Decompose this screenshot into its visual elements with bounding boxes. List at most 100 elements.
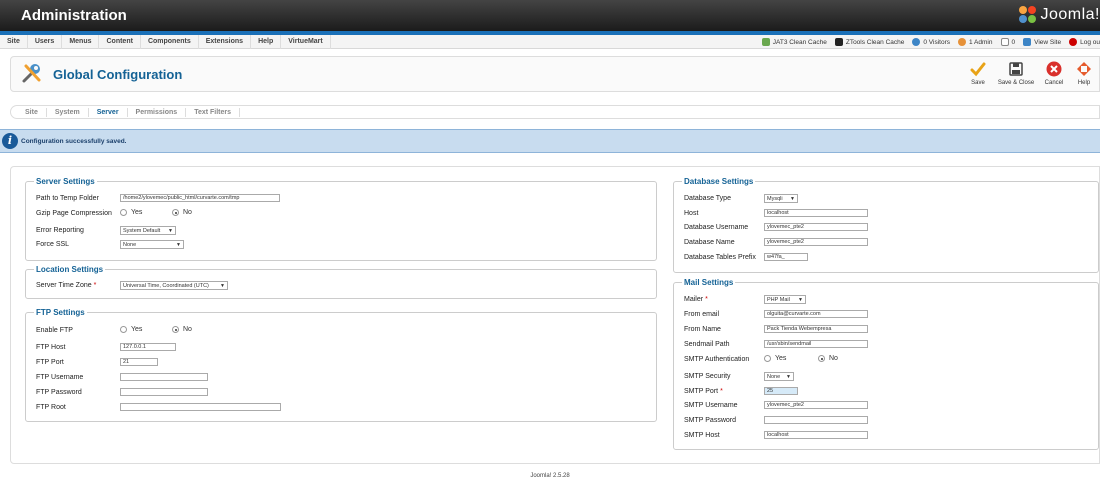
enable-ftp-no-label: No	[183, 326, 192, 333]
save-button[interactable]: Save	[963, 60, 993, 86]
menu-help[interactable]: Help	[251, 35, 282, 49]
db-username-input[interactable]: ylovemec_pte2	[764, 223, 868, 231]
info-icon: i	[2, 133, 18, 149]
database-type-label: Database Type	[684, 194, 731, 202]
menu-menus[interactable]: Menus	[62, 35, 100, 49]
required-marker: *	[720, 387, 723, 395]
joomla-logo[interactable]: Joomla!	[1019, 6, 1100, 24]
timezone-select[interactable]: Universal Time, Coordinated (UTC) ▼	[120, 281, 228, 290]
smtp-auth-no-radio[interactable]: No	[818, 355, 838, 362]
smtp-port-label: SMTP Port	[684, 387, 719, 395]
menu-site[interactable]: Site	[0, 35, 28, 49]
smtp-port-row: SMTP Port *	[684, 385, 723, 397]
from-name-row: From Name	[684, 323, 721, 335]
database-type-row: Database Type	[684, 192, 731, 204]
mailer-caret-icon: ▼	[798, 297, 803, 303]
menu-users[interactable]: Users	[28, 35, 63, 49]
menu-content[interactable]: Content	[99, 35, 141, 49]
smtp-host-row: SMTP Host	[684, 429, 720, 441]
smtp-auth-row: SMTP Authentication	[684, 353, 749, 365]
timezone-row: Server Time Zone *	[36, 279, 96, 291]
smtp-security-row: SMTP Security	[684, 370, 731, 382]
enable-ftp-yes-radio[interactable]: Yes	[120, 326, 142, 333]
error-reporting-row: Error Reporting	[36, 224, 84, 236]
db-host-row: Host	[684, 207, 698, 219]
ftp-password-input[interactable]	[120, 388, 208, 396]
sendmail-input[interactable]: /usr/sbin/sendmail	[764, 340, 868, 348]
logout-link[interactable]: Log ou	[1065, 38, 1100, 46]
view-site-link[interactable]: View Site	[1019, 38, 1065, 46]
ftp-root-input[interactable]	[120, 403, 281, 411]
ftp-host-input[interactable]: 127.0.0.1	[120, 343, 176, 351]
from-email-input[interactable]: olguita@curvarte.com	[764, 310, 868, 318]
database-type-caret-icon: ▼	[790, 196, 795, 202]
ftp-username-input[interactable]	[120, 373, 208, 381]
save-button-label: Save	[971, 80, 985, 86]
menu-components[interactable]: Components	[141, 35, 199, 49]
db-prefix-input[interactable]: w47fa_	[764, 253, 808, 261]
view-site-label: View Site	[1034, 38, 1062, 46]
gzip-no-radio[interactable]: No	[172, 209, 192, 216]
smtp-username-input[interactable]: ylovemec_pte2	[764, 401, 868, 409]
force-ssl-label: Force SSL	[36, 240, 70, 248]
ftp-port-input[interactable]: 21	[120, 358, 158, 366]
mailer-label: Mailer	[684, 295, 704, 303]
gzip-yes-radio[interactable]: Yes	[120, 209, 142, 216]
tab-server[interactable]: Server	[89, 107, 128, 117]
db-username-row: Database Username	[684, 221, 748, 233]
smtp-username-label: SMTP Username	[684, 401, 738, 409]
force-ssl-caret-icon: ▼	[176, 242, 181, 248]
db-name-label: Database Name	[684, 238, 735, 246]
smtp-security-select[interactable]: None ▼	[764, 372, 794, 381]
message-text: Configuration successfully saved.	[21, 138, 127, 145]
db-name-input[interactable]: ylovemec_pte2	[764, 238, 868, 246]
admin-count: 1 Admin	[954, 38, 997, 46]
smtp-password-input[interactable]	[764, 416, 868, 424]
toolbar-buttons: Save Save & Close Cancel Help	[963, 60, 1099, 86]
db-prefix-row: Database Tables Prefix	[684, 251, 756, 263]
checkmark-icon	[969, 60, 987, 78]
admin-users-icon	[958, 38, 966, 46]
force-ssl-value: None	[123, 242, 137, 248]
jat3-clean-cache-label: JAT3 Clean Cache	[772, 38, 827, 46]
help-button[interactable]: Help	[1069, 60, 1099, 86]
ztools-clean-cache-link[interactable]: ZTools Clean Cache	[831, 38, 909, 46]
ftp-settings-fieldset: FTP Settings Enable FTP Yes No FTP Host …	[25, 308, 657, 422]
tab-text-filters[interactable]: Text Filters	[186, 107, 241, 117]
system-message: i Configuration successfully saved.	[0, 129, 1100, 153]
admin-header: Administration Joomla!	[0, 0, 1100, 31]
tab-system[interactable]: System	[47, 107, 89, 117]
floppy-disk-icon	[1007, 60, 1025, 78]
error-reporting-select[interactable]: System Default ▼	[120, 226, 176, 235]
db-host-input[interactable]: localhost	[764, 209, 868, 217]
temp-folder-input[interactable]: /home2/ylovemec/public_html/curvarte.com…	[120, 194, 280, 202]
from-email-label: From email	[684, 310, 720, 318]
ftp-root-row: FTP Root	[36, 401, 66, 413]
menu-virtuemart[interactable]: VirtueMart	[281, 35, 331, 49]
smtp-host-input[interactable]: localhost	[764, 431, 868, 439]
admin-count-label: 1 Admin	[969, 38, 993, 46]
messages-link[interactable]: 0	[997, 38, 1020, 46]
tab-site[interactable]: Site	[17, 107, 47, 117]
smtp-auth-yes-radio[interactable]: Yes	[764, 355, 786, 362]
cancel-button[interactable]: Cancel	[1039, 60, 1069, 86]
menu-extensions[interactable]: Extensions	[199, 35, 252, 49]
status-bar: JAT3 Clean Cache ZTools Clean Cache 0 Vi…	[758, 35, 1100, 49]
timezone-caret-icon: ▼	[220, 283, 225, 289]
error-reporting-caret-icon: ▼	[168, 228, 173, 234]
gzip-no-radio-dot	[172, 209, 179, 216]
force-ssl-select[interactable]: None ▼	[120, 240, 184, 249]
smtp-port-input[interactable]: 25	[764, 387, 798, 395]
page-toolbar: Global Configuration Save Save & Close C…	[10, 56, 1100, 92]
database-type-select[interactable]: Mysqli ▼	[764, 194, 798, 203]
from-name-input[interactable]: Pack Tienda Webempresa	[764, 325, 868, 333]
mailer-select[interactable]: PHP Mail ▼	[764, 295, 806, 304]
version-footer: Joomla! 2.5.28	[530, 473, 570, 479]
tab-permissions[interactable]: Permissions	[128, 107, 187, 117]
config-panel: Server Settings Path to Temp Folder /hom…	[10, 166, 1100, 464]
visitors-label: 0 Visitors	[923, 38, 950, 46]
jat3-clean-cache-link[interactable]: JAT3 Clean Cache	[758, 38, 831, 46]
admin-menu-bar: Site Users Menus Content Components Exte…	[0, 35, 1100, 49]
save-close-button[interactable]: Save & Close	[993, 60, 1039, 86]
enable-ftp-no-radio[interactable]: No	[172, 326, 192, 333]
